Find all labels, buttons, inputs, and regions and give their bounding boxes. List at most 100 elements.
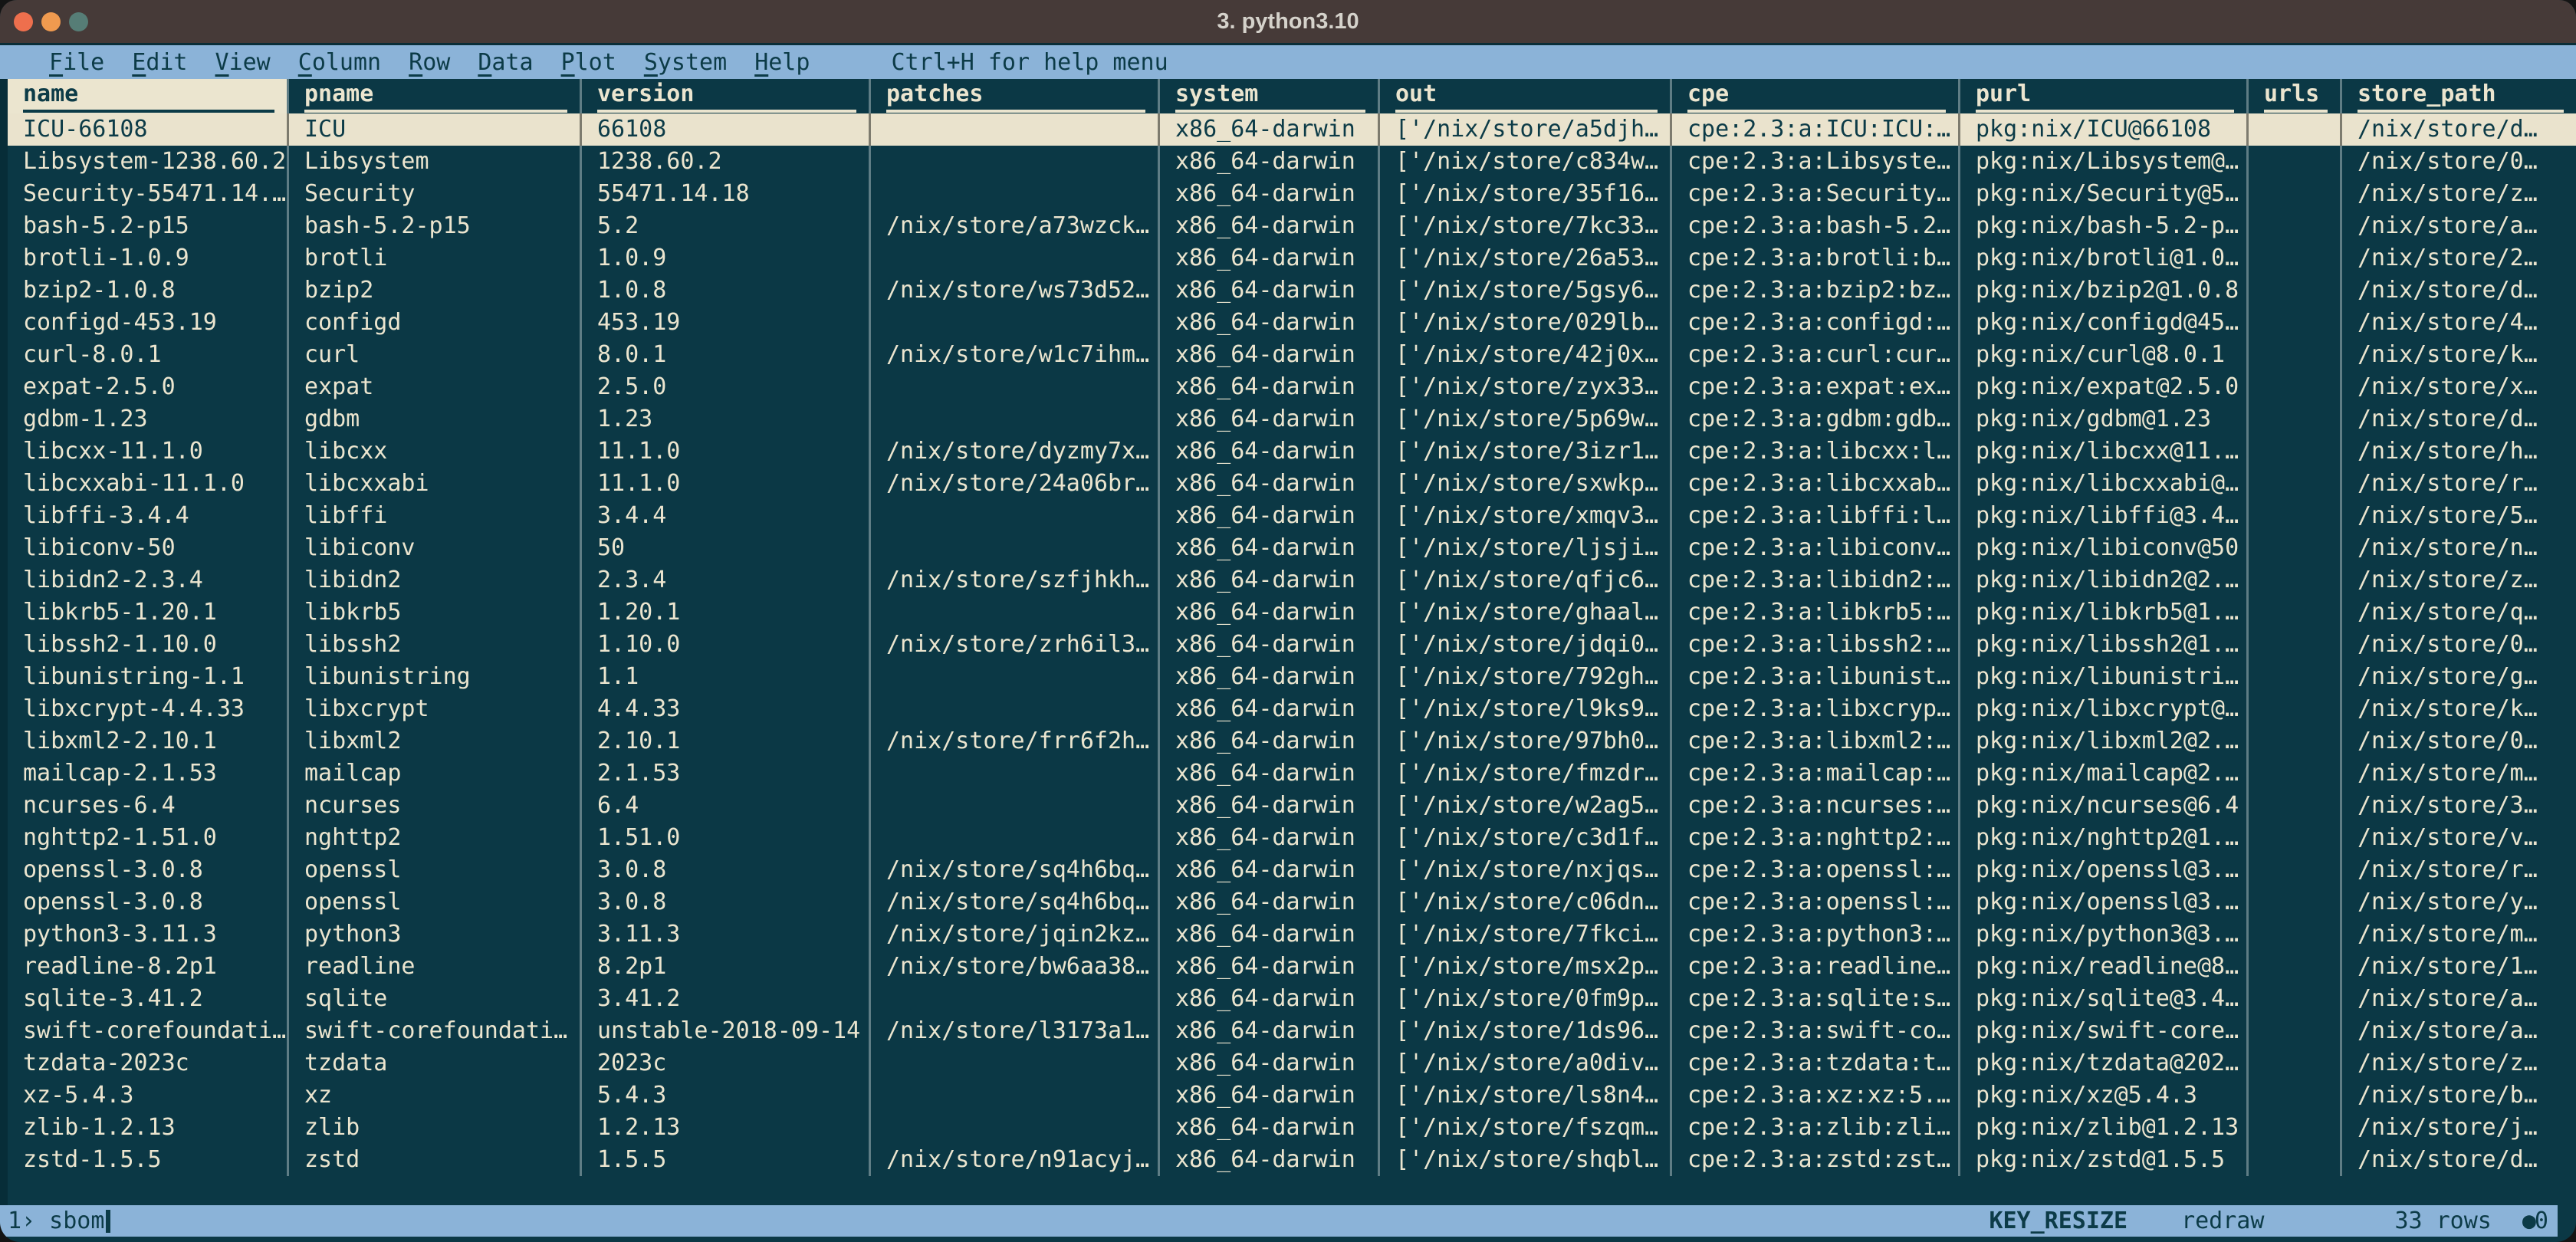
cell-purl[interactable]: pkg:nix/openssl@3.… [1960,854,2249,886]
cell-system[interactable]: x86_64-darwin [1160,468,1380,500]
cell-version[interactable]: 1.2.13 [582,1112,871,1144]
cell-purl[interactable]: pkg:nix/bash-5.2-p… [1960,210,2249,242]
cell-patches[interactable]: /nix/store/l3173a1… [871,1015,1160,1047]
cell-cpe[interactable]: cpe:2.3:a:zlib:zli… [1672,1112,1960,1144]
cell-out[interactable]: ['/nix/store/26a53… [1380,242,1672,274]
cell-cpe[interactable]: cpe:2.3:a:configd:… [1672,307,1960,339]
cell-store_path[interactable]: /nix/store/g… [2342,661,2576,693]
cell-patches[interactable]: /nix/store/sq4h6bq… [871,854,1160,886]
cell-patches[interactable] [871,983,1160,1015]
cell-out[interactable]: ['/nix/store/c06dn… [1380,886,1672,918]
cell-urls[interactable] [2249,339,2342,371]
cell-system[interactable]: x86_64-darwin [1160,983,1380,1015]
cell-system[interactable]: x86_64-darwin [1160,274,1380,307]
cell-out[interactable]: ['/nix/store/c3d1f… [1380,822,1672,854]
cell-purl[interactable]: pkg:nix/libffi@3.4… [1960,500,2249,532]
cell-patches[interactable] [871,403,1160,435]
cell-cpe[interactable]: cpe:2.3:a:expat:ex… [1672,371,1960,403]
cell-version[interactable]: 4.4.33 [582,693,871,725]
cell-cpe[interactable]: cpe:2.3:a:readline… [1672,951,1960,983]
column-header-version[interactable]: version [582,79,871,113]
column-header-pname[interactable]: pname [289,79,582,113]
cell-name[interactable]: libidn2-2.3.4 [8,564,289,596]
cell-urls[interactable] [2249,371,2342,403]
cell-system[interactable]: x86_64-darwin [1160,886,1380,918]
cell-name[interactable]: openssl-3.0.8 [8,854,289,886]
cell-urls[interactable] [2249,468,2342,500]
cell-version[interactable]: 5.2 [582,210,871,242]
cell-store_path[interactable]: /nix/store/v… [2342,822,2576,854]
cell-urls[interactable] [2249,886,2342,918]
menu-plot[interactable]: Plot [561,49,616,76]
column-header-cpe[interactable]: cpe [1672,79,1960,113]
cell-version[interactable]: 1.23 [582,403,871,435]
cell-patches[interactable]: /nix/store/n91acyj… [871,1144,1160,1176]
cell-version[interactable]: 453.19 [582,307,871,339]
cell-patches[interactable]: /nix/store/szfjhkh… [871,564,1160,596]
cell-pname[interactable]: mailcap [289,757,582,790]
cell-cpe[interactable]: cpe:2.3:a:brotli:b… [1672,242,1960,274]
cell-system[interactable]: x86_64-darwin [1160,661,1380,693]
cell-pname[interactable]: Security [289,178,582,210]
cell-pname[interactable]: libssh2 [289,629,582,661]
cell-store_path[interactable]: /nix/store/0… [2342,725,2576,757]
cell-name[interactable]: xz-5.4.3 [8,1079,289,1112]
cell-cpe[interactable]: cpe:2.3:a:openssl:… [1672,854,1960,886]
cell-urls[interactable] [2249,532,2342,564]
cell-pname[interactable]: configd [289,307,582,339]
cell-cpe[interactable]: cpe:2.3:a:bash-5.2… [1672,210,1960,242]
cell-purl[interactable]: pkg:nix/Libsystem@… [1960,146,2249,178]
cell-pname[interactable]: libcxx [289,435,582,468]
cell-purl[interactable]: pkg:nix/curl@8.0.1 [1960,339,2249,371]
cell-name[interactable]: libkrb5-1.20.1 [8,596,289,629]
cell-store_path[interactable]: /nix/store/3… [2342,790,2576,822]
cell-name[interactable]: bzip2-1.0.8 [8,274,289,307]
cell-store_path[interactable]: /nix/store/m… [2342,757,2576,790]
cell-out[interactable]: ['/nix/store/fmzdr… [1380,757,1672,790]
cell-pname[interactable]: brotli [289,242,582,274]
cell-pname[interactable]: swift-corefoundati… [289,1015,582,1047]
cell-system[interactable]: x86_64-darwin [1160,307,1380,339]
cell-pname[interactable]: bzip2 [289,274,582,307]
cell-purl[interactable]: pkg:nix/libcxxabi@… [1960,468,2249,500]
cell-pname[interactable]: expat [289,371,582,403]
cell-cpe[interactable]: cpe:2.3:a:curl:cur… [1672,339,1960,371]
cell-pname[interactable]: libunistring [289,661,582,693]
cell-pname[interactable]: bash-5.2-p15 [289,210,582,242]
cell-version[interactable]: 8.2p1 [582,951,871,983]
cell-pname[interactable]: Libsystem [289,146,582,178]
cell-urls[interactable] [2249,146,2342,178]
cell-cpe[interactable]: cpe:2.3:a:libcxx:l… [1672,435,1960,468]
cell-version[interactable]: 1.0.9 [582,242,871,274]
cell-cpe[interactable]: cpe:2.3:a:libkrb5:… [1672,596,1960,629]
cell-system[interactable]: x86_64-darwin [1160,1112,1380,1144]
cell-pname[interactable]: libkrb5 [289,596,582,629]
cell-cpe[interactable]: cpe:2.3:a:libidn2:… [1672,564,1960,596]
cell-urls[interactable] [2249,210,2342,242]
cell-out[interactable]: ['/nix/store/jdqi0… [1380,629,1672,661]
cell-store_path[interactable]: /nix/store/x… [2342,371,2576,403]
cell-urls[interactable] [2249,274,2342,307]
cell-purl[interactable]: pkg:nix/bzip2@1.0.8 [1960,274,2249,307]
cell-purl[interactable]: pkg:nix/sqlite@3.4… [1960,983,2249,1015]
cell-out[interactable]: ['/nix/store/shqbl… [1380,1144,1672,1176]
cell-name[interactable]: Libsystem-1238.60.2 [8,146,289,178]
cell-out[interactable]: ['/nix/store/792gh… [1380,661,1672,693]
cell-system[interactable]: x86_64-darwin [1160,339,1380,371]
cell-patches[interactable] [871,113,1160,146]
cell-system[interactable]: x86_64-darwin [1160,242,1380,274]
cell-cpe[interactable]: cpe:2.3:a:Libsyste… [1672,146,1960,178]
cell-urls[interactable] [2249,1079,2342,1112]
cell-patches[interactable] [871,1079,1160,1112]
cell-store_path[interactable]: /nix/store/y… [2342,886,2576,918]
cell-system[interactable]: x86_64-darwin [1160,596,1380,629]
cell-name[interactable]: brotli-1.0.9 [8,242,289,274]
cell-store_path[interactable]: /nix/store/q… [2342,596,2576,629]
cell-name[interactable]: configd-453.19 [8,307,289,339]
cell-cpe[interactable]: cpe:2.3:a:openssl:… [1672,886,1960,918]
cell-version[interactable]: 1.20.1 [582,596,871,629]
cell-purl[interactable]: pkg:nix/readline@8… [1960,951,2249,983]
cell-name[interactable]: libcxx-11.1.0 [8,435,289,468]
menu-view[interactable]: View [215,49,271,76]
cell-cpe[interactable]: cpe:2.3:a:libffi:l… [1672,500,1960,532]
